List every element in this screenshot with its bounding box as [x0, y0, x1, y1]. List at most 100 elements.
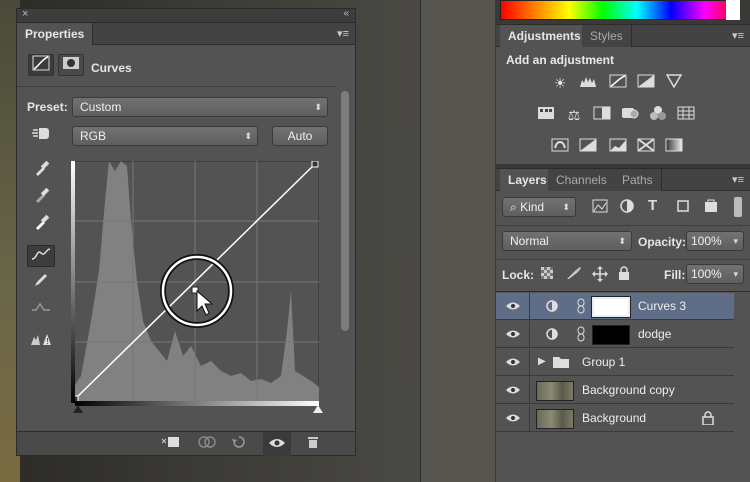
lock-image-pixels-icon[interactable]	[566, 266, 582, 283]
adjustments-panel: Adjustments Styles ▾≡ Add an adjustment …	[496, 24, 750, 164]
gradient-map-icon[interactable]	[664, 137, 684, 157]
filter-type-icon[interactable]: T	[648, 197, 657, 214]
adjustment-layer-icon	[546, 328, 558, 343]
target-adjustment-hand-icon[interactable]	[27, 125, 55, 147]
curve-points-icon[interactable]	[27, 245, 55, 267]
posterize-icon[interactable]	[578, 137, 598, 157]
tab-properties[interactable]: Properties	[17, 23, 94, 45]
filter-kind-dropdown[interactable]: ⌕ Kind ⬍	[502, 197, 576, 217]
photo-filter-icon[interactable]	[620, 105, 640, 125]
panel-menu-icon[interactable]: ▾≡	[337, 27, 349, 40]
vibrance-icon[interactable]	[664, 73, 684, 93]
visibility-eye-icon[interactable]	[496, 349, 530, 376]
filter-pixel-icon[interactable]	[592, 199, 608, 216]
curves-graph[interactable]	[71, 161, 319, 403]
color-balance-icon[interactable]: ⚖	[564, 105, 584, 125]
visibility-eye-icon[interactable]	[496, 321, 530, 348]
threshold-icon[interactable]	[608, 137, 628, 157]
eyedropper-black-icon[interactable]	[27, 159, 55, 181]
curves-adjustment-icon[interactable]	[28, 54, 54, 76]
opacity-label: Opacity:	[638, 235, 687, 249]
spectrum-white-swatch[interactable]	[726, 0, 740, 20]
input-gradient-bar	[75, 401, 319, 406]
eyedropper-white-icon[interactable]	[27, 213, 55, 235]
levels-icon[interactable]	[578, 73, 598, 93]
tab-adjustments[interactable]: Adjustments	[500, 25, 590, 47]
layer-mask-icon[interactable]	[58, 54, 84, 76]
layer-name: Background	[582, 411, 647, 425]
selective-color-icon[interactable]	[636, 137, 656, 157]
chevron-updown-icon: ⬍	[314, 102, 322, 112]
preset-value: Custom	[80, 100, 122, 114]
divider	[17, 86, 337, 87]
close-icon[interactable]: ×	[22, 8, 28, 20]
opacity-field[interactable]: 100% ▾	[686, 231, 744, 251]
filter-shape-icon[interactable]	[676, 199, 690, 216]
lock-position-icon[interactable]	[592, 266, 608, 285]
preset-label: Preset:	[27, 100, 68, 114]
svg-text:!: !	[46, 337, 49, 346]
exposure-icon[interactable]	[636, 73, 656, 93]
layer-name: Background copy	[582, 383, 675, 397]
chevron-updown-icon: ⬍	[618, 236, 626, 246]
chevron-down-icon: ▾	[733, 236, 738, 246]
layer-row[interactable]: Background	[496, 405, 734, 432]
divider	[496, 291, 750, 292]
panel-menu-icon[interactable]: ▾≡	[732, 29, 744, 42]
white-point-slider[interactable]	[313, 405, 323, 413]
panel-menu-icon[interactable]: ▾≡	[732, 173, 744, 186]
curves-icon[interactable]	[608, 73, 628, 93]
layers-tab-row: Layers Channels Paths ▾≡	[496, 169, 750, 191]
curve-point-white	[311, 161, 319, 168]
panel-title-bar: × «	[17, 8, 355, 23]
eyedropper-gray-icon[interactable]	[27, 186, 55, 208]
black-point-slider[interactable]	[73, 405, 83, 413]
properties-scrollbar[interactable]	[341, 91, 349, 331]
invert-icon[interactable]	[550, 137, 570, 157]
visibility-eye-icon[interactable]	[496, 293, 530, 320]
lock-transparent-pixels-icon[interactable]	[540, 266, 554, 283]
auto-button[interactable]: Auto	[272, 126, 328, 146]
color-lookup-icon[interactable]	[676, 105, 696, 125]
adjustment-layer-icon	[546, 300, 558, 315]
color-spectrum-bar[interactable]	[500, 0, 740, 20]
layer-row[interactable]: ▶ Group 1	[496, 349, 734, 376]
visibility-eye-icon[interactable]	[496, 377, 530, 404]
channel-mixer-icon[interactable]	[648, 105, 668, 125]
expand-arrow-icon[interactable]: ▶	[538, 356, 546, 367]
smooth-curve-icon[interactable]	[27, 299, 55, 321]
tab-channels[interactable]: Channels	[548, 169, 616, 191]
link-chain-icon[interactable]	[576, 326, 586, 345]
reset-icon[interactable]	[225, 432, 253, 456]
lock-all-icon[interactable]	[618, 266, 630, 283]
filter-adjustment-icon[interactable]	[620, 199, 634, 216]
clip-to-layer-icon[interactable]	[157, 432, 185, 456]
visibility-eye-icon[interactable]	[496, 405, 530, 432]
properties-panel: × « Properties ▾≡ Curves Preset: Custom …	[16, 8, 356, 456]
pencil-icon[interactable]	[27, 272, 55, 294]
layer-row[interactable]: Curves 3	[496, 293, 734, 320]
layer-thumbnail	[536, 381, 574, 401]
filter-toggle-switch[interactable]	[734, 197, 742, 217]
layer-mask-thumbnail[interactable]	[592, 325, 630, 345]
hue-saturation-icon[interactable]	[536, 105, 556, 125]
blend-mode-dropdown[interactable]: Normal ⬍	[502, 231, 632, 251]
filter-smart-object-icon[interactable]	[704, 199, 718, 216]
tab-styles[interactable]: Styles	[582, 25, 632, 47]
layer-row[interactable]: Background copy	[496, 377, 734, 404]
brightness-icon[interactable]: ☀	[550, 73, 570, 93]
channel-dropdown[interactable]: RGB ⬍	[72, 126, 258, 146]
collapse-icon[interactable]: «	[343, 8, 349, 19]
preset-dropdown[interactable]: Custom ⬍	[72, 97, 328, 117]
clipping-warning-icon[interactable]: !	[27, 331, 55, 353]
black-white-icon[interactable]	[592, 105, 612, 125]
link-chain-icon[interactable]	[576, 298, 586, 317]
output-gradient-bar	[71, 161, 75, 403]
fill-field[interactable]: 100% ▾	[686, 264, 744, 284]
delete-trash-icon[interactable]	[299, 432, 327, 456]
visibility-eye-icon[interactable]	[263, 432, 291, 456]
layer-row[interactable]: dodge	[496, 321, 734, 348]
view-previous-state-icon[interactable]	[193, 432, 221, 456]
layer-mask-thumbnail[interactable]	[591, 296, 631, 318]
tab-paths[interactable]: Paths	[614, 169, 662, 191]
